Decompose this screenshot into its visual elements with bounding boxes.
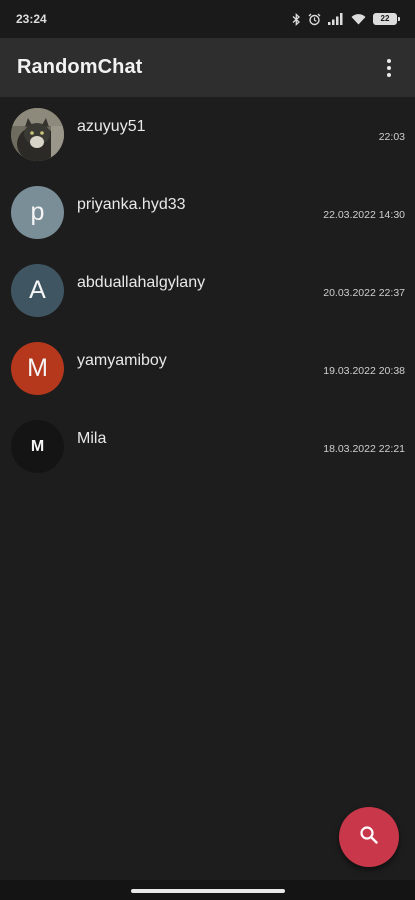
app-title: RandomChat [17, 56, 143, 78]
status-time: 23:24 [16, 12, 47, 26]
wifi-icon [351, 13, 366, 25]
chat-time: 20.03.2022 22:37 [323, 287, 405, 299]
chat-time: 22:03 [378, 131, 405, 143]
screen: 23:24 22 RandomChat azuyuy51 22:03 p pri… [0, 0, 415, 900]
search-icon [359, 825, 379, 850]
chat-item-azuyuy51[interactable]: azuyuy51 22:03 [0, 97, 415, 175]
chat-list: azuyuy51 22:03 p priyanka.hyd33 22.03.20… [0, 97, 415, 487]
chat-time: 19.03.2022 20:38 [323, 365, 405, 377]
avatar-letter: M [11, 342, 64, 395]
avatar-photo [11, 108, 64, 161]
search-fab-button[interactable] [339, 807, 399, 867]
avatar-letter: A [11, 264, 64, 317]
chat-time: 22.03.2022 14:30 [323, 209, 405, 221]
chat-body: azuyuy51 [77, 108, 415, 136]
chat-item-yamyamiboy[interactable]: M yamyamiboy 19.03.2022 20:38 [0, 331, 415, 409]
home-indicator[interactable] [131, 889, 285, 893]
menu-dot [387, 58, 391, 63]
chat-time: 18.03.2022 22:21 [323, 443, 405, 455]
menu-dot [387, 65, 391, 70]
battery-icon: 22 [373, 13, 400, 25]
chat-item-priyanka[interactable]: p priyanka.hyd33 22.03.2022 14:30 [0, 175, 415, 253]
alarm-icon [308, 13, 321, 26]
more-vert-icon[interactable] [375, 48, 403, 88]
chat-item-abduallahalgylany[interactable]: A abduallahalgylany 20.03.2022 22:37 [0, 253, 415, 331]
app-bar: RandomChat [0, 38, 415, 97]
avatar-letter: p [11, 186, 64, 239]
chat-name: azuyuy51 [77, 118, 146, 135]
status-bar: 23:24 22 [0, 0, 415, 38]
avatar-letter: M [11, 420, 64, 473]
signal-icon [328, 13, 344, 25]
chat-item-mila[interactable]: M Mila 18.03.2022 22:21 [0, 409, 415, 487]
bluetooth-icon [292, 12, 301, 26]
menu-dot [387, 72, 391, 77]
status-icons: 22 [292, 12, 400, 26]
